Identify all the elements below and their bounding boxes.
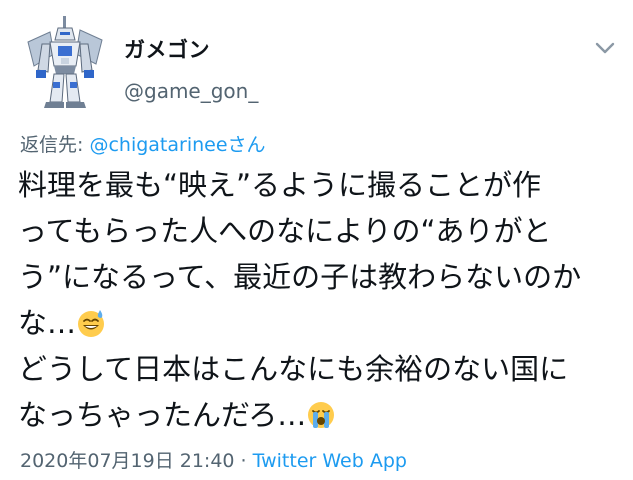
tweet-text-line: う”になるって、最近の子は教わらないのか: [18, 260, 582, 294]
tweet-text-line: どうして日本はこんなにも余裕のない国に: [18, 352, 569, 386]
tweet-text: 料理を最も“映え”るように撮ることが作 ってもらった人へのなによりの“ありがと …: [18, 162, 618, 438]
tweet-meta: 2020年07月19日 21:40 · Twitter Web App: [20, 446, 407, 473]
tweet-text-line-with-emoji: な…: [18, 300, 618, 346]
reply-to-suffix[interactable]: さん: [228, 134, 266, 156]
reply-to-mention-link[interactable]: @chigatarinee: [89, 134, 227, 156]
reply-to-prefix: 返信先:: [20, 134, 90, 156]
tweet-text-line-with-emoji: なっちゃったんだろ…: [18, 392, 618, 438]
tweet-text-line: ってもらった人へのなによりの“ありがと: [18, 214, 552, 248]
tweet: ガメゴン @game_gon_ 返信先: @chigatarineeさん 料理を…: [0, 0, 633, 480]
loudly-crying-emoji: [308, 402, 335, 428]
source-link[interactable]: Twitter Web App: [253, 450, 407, 472]
sweat-smile-emoji: [78, 310, 105, 337]
meta-separator: ·: [234, 450, 253, 472]
timestamp[interactable]: 2020年07月19日 21:40: [20, 450, 235, 472]
tweet-text-line: 料理を最も“映え”るように撮ることが作: [18, 168, 542, 202]
author-handle[interactable]: @game_gon_: [124, 79, 258, 103]
chevron-down-icon[interactable]: [592, 38, 618, 58]
author-display-name[interactable]: ガメゴン: [124, 34, 210, 64]
reply-to: 返信先: @chigatarineeさん: [20, 130, 266, 157]
tweet-text-line: な…: [18, 306, 77, 340]
avatar[interactable]: [20, 14, 110, 110]
tweet-text-line: なっちゃったんだろ…: [18, 398, 307, 432]
